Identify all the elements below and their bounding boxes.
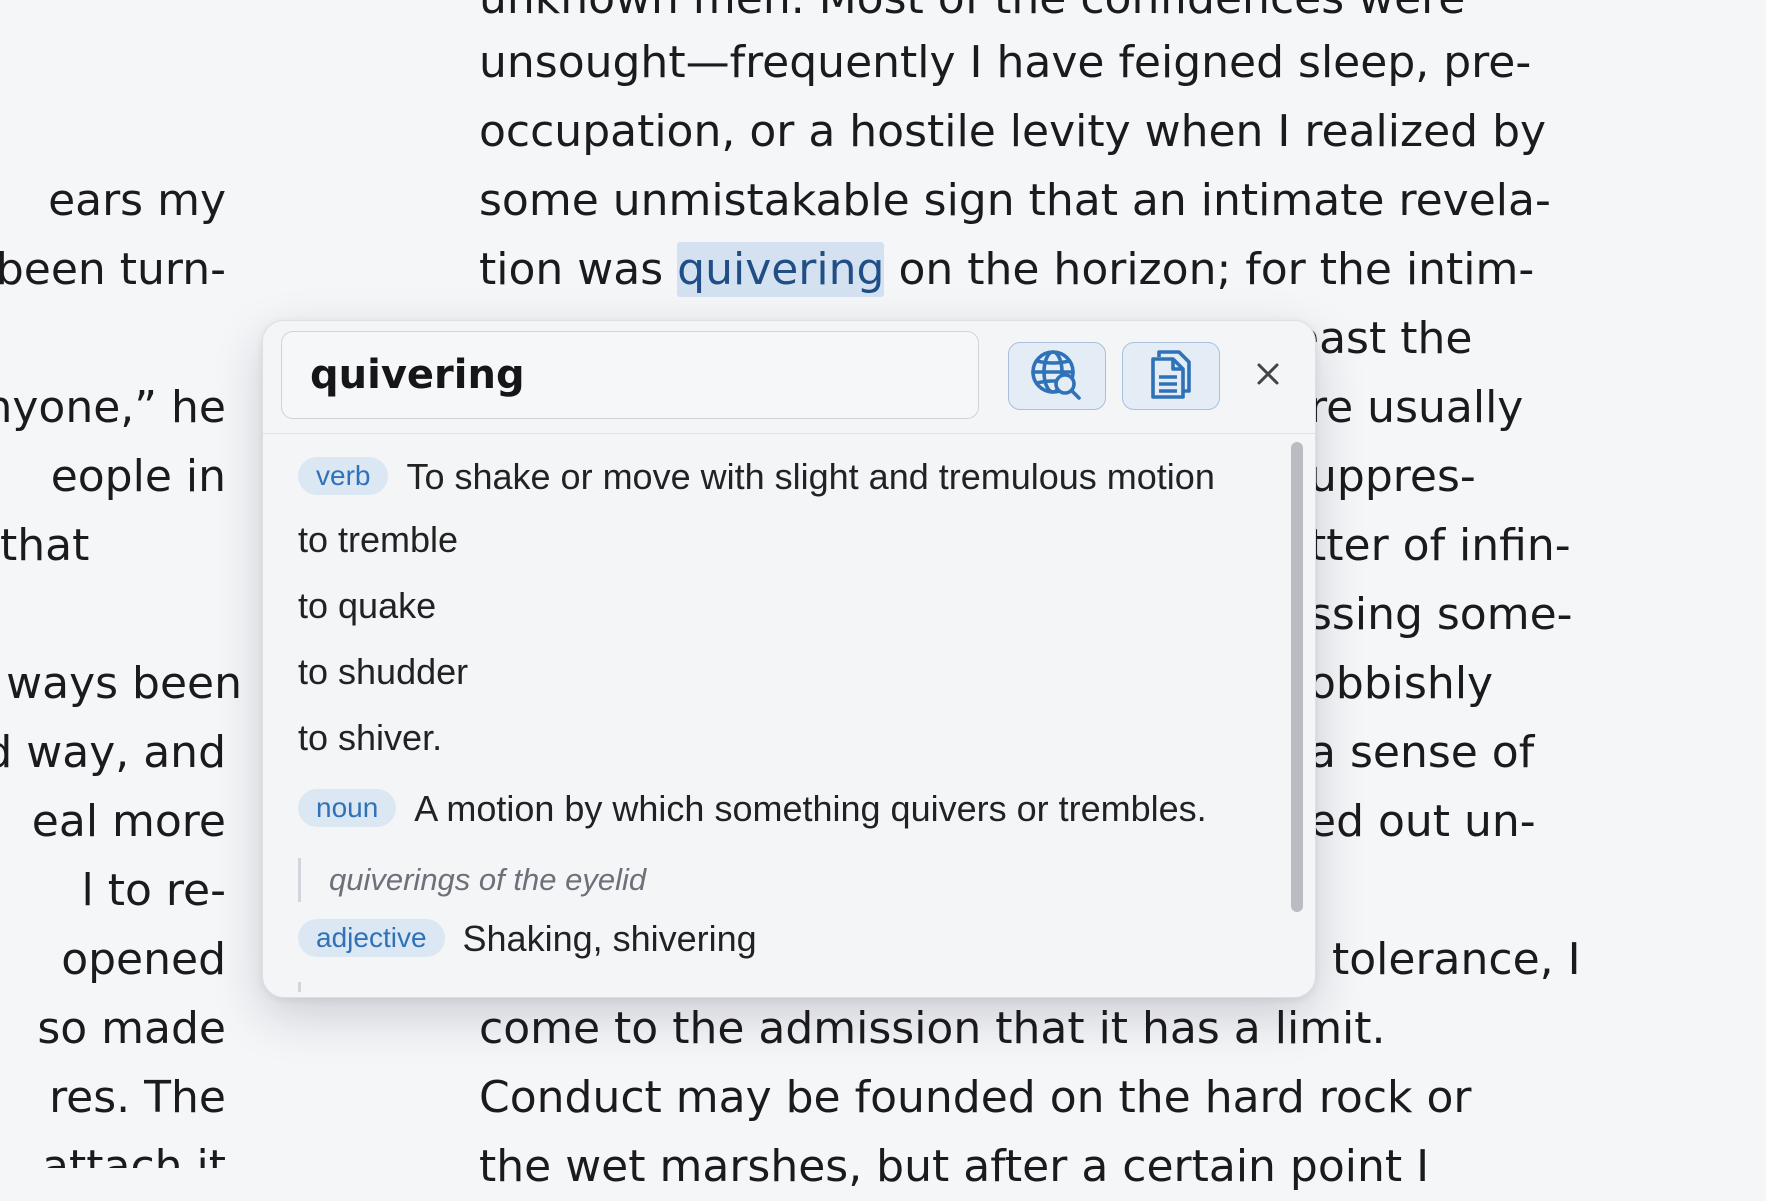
- search-box[interactable]: [281, 331, 979, 419]
- popup-header: [263, 321, 1315, 434]
- pos-badge-verb: verb: [298, 457, 389, 495]
- close-icon: [1256, 362, 1280, 391]
- text-line: nyone,” he: [0, 382, 226, 433]
- definitions-list[interactable]: verb To shake or move with slight and tre…: [263, 434, 1315, 997]
- text-line: tion was quivering on the horizon; for t…: [479, 235, 1534, 304]
- dictionary-popup: verb To shake or move with slight and tre…: [262, 320, 1316, 998]
- web-search-button[interactable]: [1008, 342, 1106, 410]
- text-line: d way, and: [0, 727, 226, 778]
- text-line: tolerance, I: [1332, 934, 1581, 985]
- definition-adjective: adjective Shaking, shivering: [298, 918, 757, 960]
- text-line: a sense of: [1309, 727, 1535, 778]
- text-line: ears my: [48, 175, 226, 226]
- close-button[interactable]: [1243, 351, 1293, 401]
- text-line: east the: [1292, 313, 1473, 364]
- definition-text: Shaking, shivering: [462, 918, 757, 959]
- text-fragment: on the horizon; for the intim-: [898, 244, 1535, 295]
- usage-example-divider: [298, 982, 301, 992]
- text-line: been turn-: [0, 244, 226, 295]
- text-line: eal more: [31, 796, 226, 847]
- text-line: opened: [61, 934, 226, 985]
- copy-button[interactable]: [1122, 342, 1220, 410]
- definition-text: A motion by which something quivers or t…: [414, 788, 1207, 829]
- definition-text: To shake or move with slight and tremulo…: [406, 456, 1215, 497]
- text-line: re usually: [1309, 382, 1524, 433]
- pos-badge-noun: noun: [298, 789, 397, 827]
- text-line: the wet marshes, but after a certain poi…: [479, 1141, 1430, 1192]
- word-search-input[interactable]: [308, 351, 978, 399]
- text-line: some unmistakable sign that an intimate …: [479, 175, 1551, 226]
- scrollbar-thumb[interactable]: [1291, 442, 1303, 912]
- text-fragment: tion was: [479, 244, 664, 295]
- text-line: l to re-: [81, 865, 226, 916]
- text-line: so made: [37, 1003, 226, 1054]
- globe-search-icon: [1028, 347, 1086, 406]
- text-line: come to the admission that it has a limi…: [479, 1003, 1386, 1054]
- definition-noun: noun A motion by which something quivers …: [298, 788, 1207, 830]
- text-line: ways been: [6, 658, 242, 709]
- sense-item: to shudder: [298, 651, 469, 692]
- definition-verb: verb To shake or move with slight and tre…: [298, 456, 1215, 498]
- text-line: ssing some-: [1309, 589, 1573, 640]
- copy-document-icon: [1145, 347, 1197, 406]
- text-line: uppres-: [1309, 451, 1476, 502]
- sense-item: to quake: [298, 585, 437, 626]
- text-line: unsought—frequently I have feigned sleep…: [479, 37, 1532, 88]
- text-line: tter of infin-: [1309, 520, 1571, 571]
- sense-item: to shiver.: [298, 717, 443, 758]
- pos-badge-adjective: adjective: [298, 919, 445, 957]
- sense-item: to tremble: [298, 519, 459, 560]
- text-line: occupation, or a hostile levity when I r…: [479, 106, 1547, 157]
- text-line: res. The: [49, 1072, 226, 1123]
- text-line: attach it: [42, 1141, 226, 1168]
- reader-left-column: ears my been turn- nyone,” he eople in t…: [0, 0, 260, 1168]
- usage-example: quiverings of the eyelid: [298, 858, 646, 902]
- text-line: Conduct may be founded on the hard rock …: [479, 1072, 1472, 1123]
- text-line: obbishly: [1309, 658, 1494, 709]
- selected-word-highlight[interactable]: quivering: [677, 242, 885, 297]
- text-line: that: [0, 520, 90, 571]
- text-line: eople in: [50, 451, 226, 502]
- text-line: ed out un-: [1309, 796, 1536, 847]
